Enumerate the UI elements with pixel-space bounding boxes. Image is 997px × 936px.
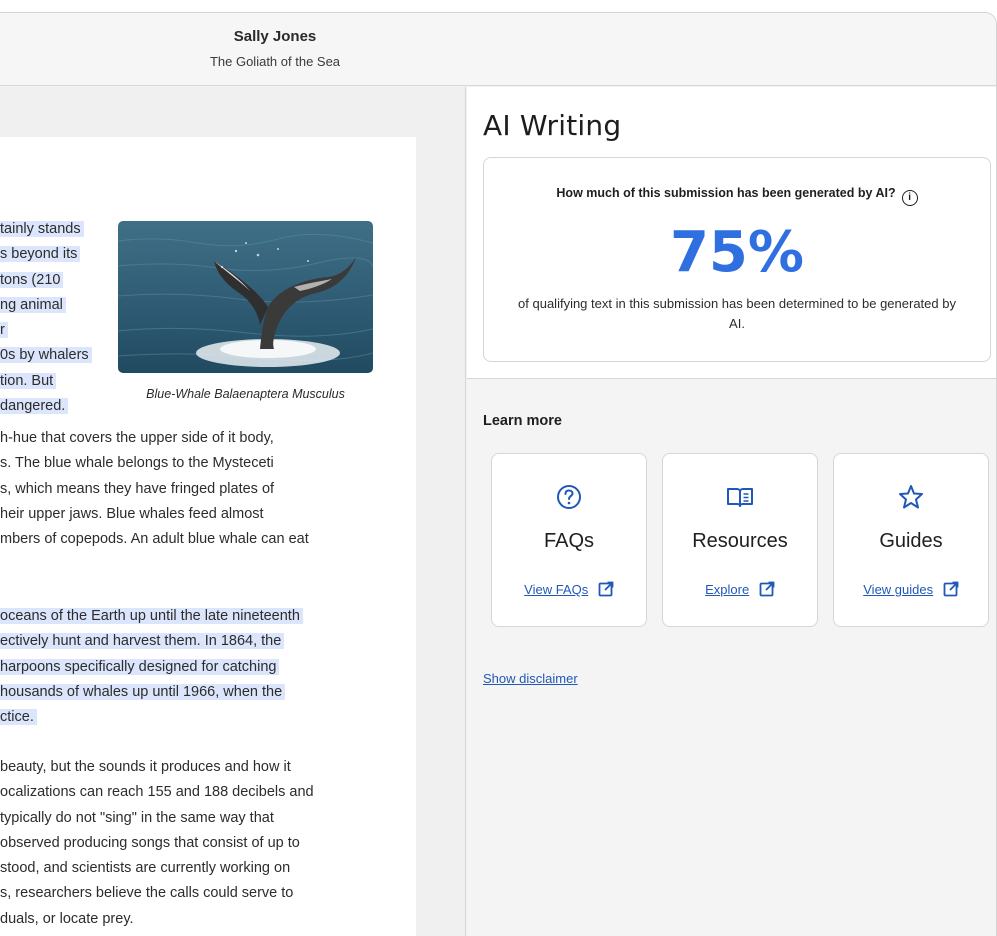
view-guides-link[interactable]: View guides	[834, 581, 988, 597]
text-line: h-hue that covers the upper side of it b…	[0, 430, 274, 446]
text-line: housands of whales up until 1966, when t…	[0, 683, 286, 700]
document-page: tainly stands s beyond its tons (210 ng …	[0, 137, 416, 936]
ai-writing-panel: AI Writing How much of this submission h…	[467, 87, 996, 936]
link-label[interactable]: View FAQs	[524, 582, 588, 597]
text-line: ocalizations can reach 155 and 188 decib…	[0, 784, 314, 801]
star-icon	[834, 482, 988, 512]
text-line: duals, or locate prey.	[0, 910, 134, 927]
text-line: tainly stands	[0, 221, 84, 237]
text-line: harpoons specifically designed for catch…	[0, 658, 280, 675]
document-title: The Goliath of the Sea	[209, 54, 341, 69]
text-line: ectively hunt and harvest them. In 1864,…	[0, 633, 285, 650]
text-line: typically do not "sing" in the same way …	[0, 809, 274, 826]
text-line: dangered.	[0, 398, 69, 415]
learn-more-heading: Learn more	[483, 413, 562, 429]
ai-question: How much of this submission has been gen…	[484, 186, 990, 206]
highlighted-paragraph-1: tainly stands s beyond its tons (210 ng …	[0, 217, 92, 419]
external-link-icon	[598, 581, 614, 597]
text-line: s beyond its	[0, 246, 81, 263]
ai-question-text: How much of this submission has been gen…	[556, 186, 896, 200]
ai-score-card: How much of this submission has been gen…	[483, 157, 991, 362]
document-viewer[interactable]: tainly stands s beyond its tons (210 ng …	[0, 87, 466, 936]
text-line: tion. But	[0, 372, 57, 389]
guides-card[interactable]: Guides View guides	[833, 453, 989, 627]
text-line: ctice.	[0, 709, 37, 726]
card-title: FAQs	[543, 530, 594, 552]
panel-title: AI Writing	[483, 109, 622, 142]
ai-description: of qualifying text in this submission ha…	[518, 296, 956, 331]
info-icon[interactable]: i	[901, 190, 918, 206]
link-label[interactable]: View guides	[863, 582, 933, 597]
highlighted-paragraph-3: oceans of the Earth up until the late ni…	[0, 604, 303, 730]
submission-header: Sally Jones The Goliath of the Sea	[0, 13, 996, 86]
ai-score-section: AI Writing How much of this submission h…	[467, 87, 996, 379]
text-line: 0s by whalers	[0, 347, 92, 364]
text-line: observed producing songs that consist of…	[0, 834, 300, 851]
external-link-icon	[759, 581, 775, 597]
external-link-icon	[943, 581, 959, 597]
book-icon	[663, 482, 817, 512]
text-line: beauty, but the sounds it produces and h…	[0, 759, 291, 775]
text-line: s, which means they have fringed plates …	[0, 480, 275, 497]
author-name: Sally Jones	[233, 28, 317, 45]
card-title: Guides	[879, 530, 943, 552]
link-label[interactable]: Explore	[705, 582, 749, 597]
text-line: s, researchers believe the calls could s…	[0, 885, 294, 902]
card-title: Resources	[692, 530, 788, 552]
text-line: heir upper jaws. Blue whales feed almost	[0, 505, 264, 522]
resources-card[interactable]: Resources Explore	[662, 453, 818, 627]
paragraph-2: h-hue that covers the upper side of it b…	[0, 426, 309, 552]
explore-link[interactable]: Explore	[663, 581, 817, 597]
paragraph-4: beauty, but the sounds it produces and h…	[0, 755, 314, 932]
ai-percentage: 75%	[669, 220, 805, 285]
text-line: s. The blue whale belongs to the Mystece…	[0, 455, 274, 472]
text-line: oceans of the Earth up until the late ni…	[0, 608, 303, 624]
faqs-card[interactable]: FAQs View FAQs	[491, 453, 647, 627]
text-line: stood, and scientists are currently work…	[0, 860, 291, 877]
text-line: r	[0, 322, 8, 339]
text-line: mbers of copepods. An adult blue whale c…	[0, 531, 309, 548]
whale-tail-image	[118, 221, 373, 373]
text-line: tons (210	[0, 271, 64, 288]
image-caption: Blue-Whale Balaenaptera Musculus	[146, 387, 345, 401]
app-window: Sally Jones The Goliath of the Sea tainl…	[0, 12, 997, 936]
text-line: ng animal	[0, 296, 66, 313]
view-faqs-link[interactable]: View FAQs	[492, 581, 646, 597]
show-disclaimer-link[interactable]: Show disclaimer	[483, 671, 578, 686]
question-circle-icon	[492, 482, 646, 512]
